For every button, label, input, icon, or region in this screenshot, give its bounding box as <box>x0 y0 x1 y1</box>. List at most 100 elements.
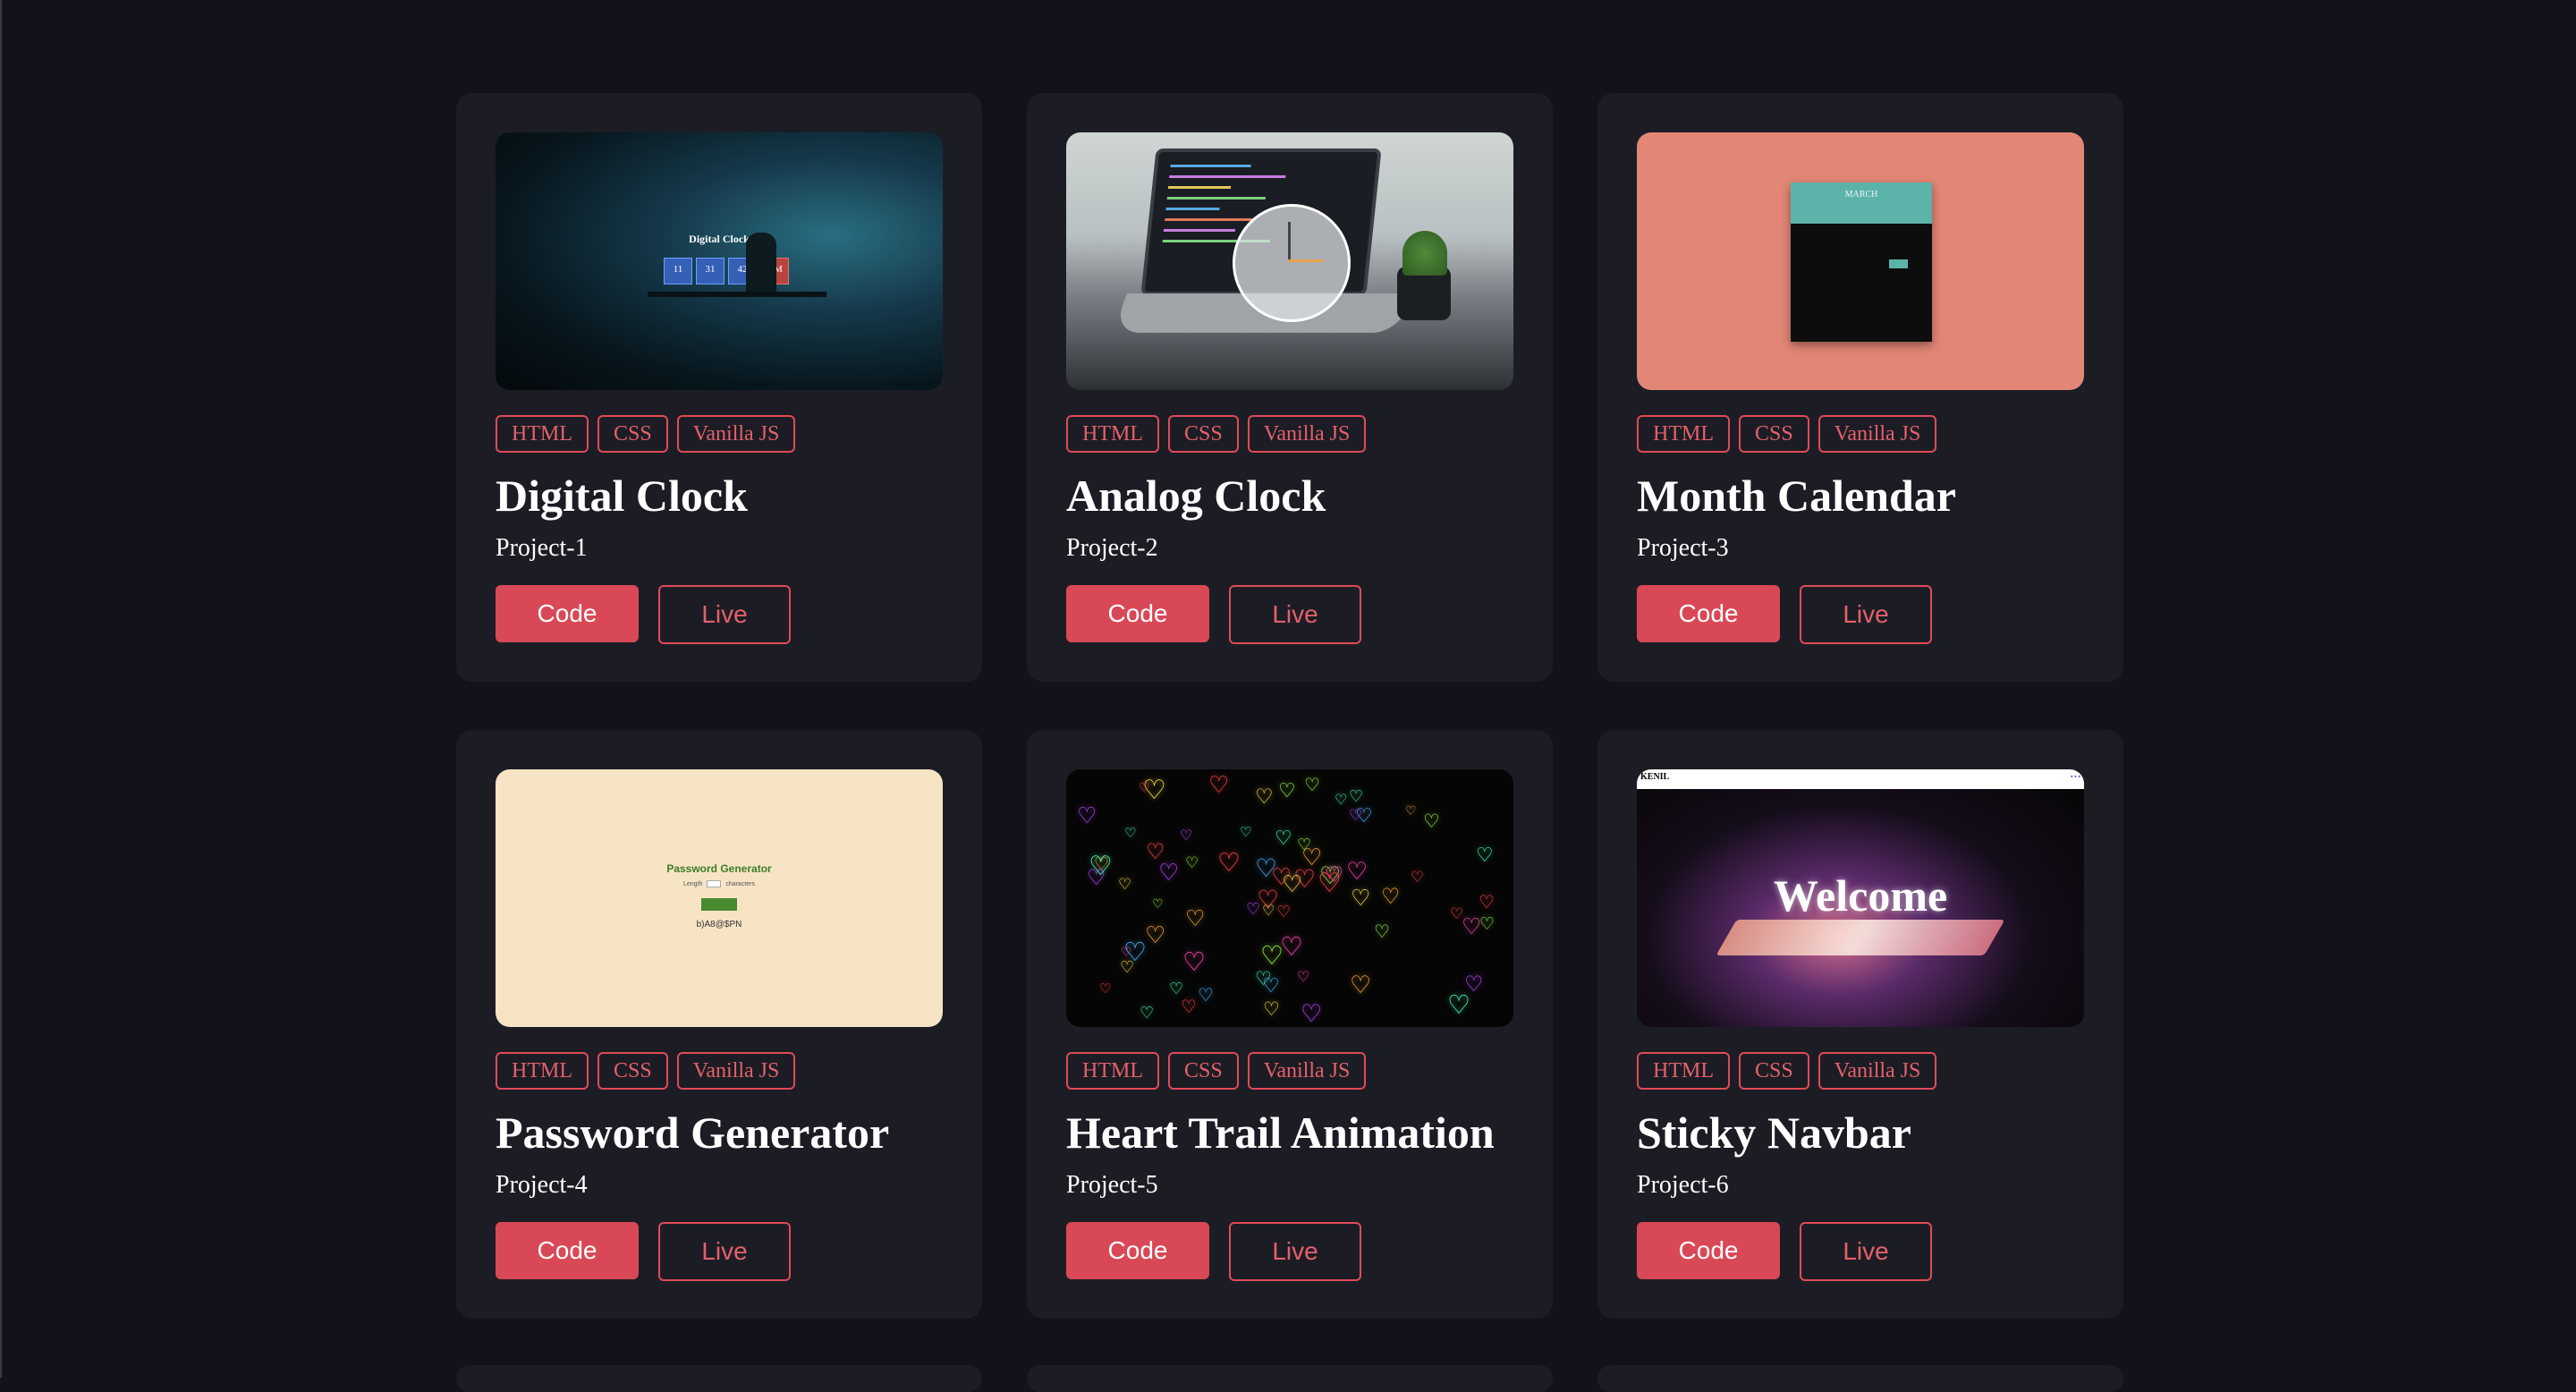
live-button[interactable]: Live <box>1229 1222 1361 1281</box>
heart-icon: ♡ <box>1278 780 1296 802</box>
project-card: Digital Clock 11 31 42 AM HTML CSS Vanil… <box>456 93 982 682</box>
heart-icon: ♡ <box>1297 836 1312 854</box>
tag-js: Vanilla JS <box>1247 415 1367 453</box>
tag-js: Vanilla JS <box>676 415 796 453</box>
desk-shape <box>648 292 826 297</box>
heart-icon: ♡ <box>1263 998 1280 1020</box>
heart-icon: ♡ <box>1181 996 1197 1017</box>
heart-icon: ♡ <box>1145 922 1166 949</box>
project-card: HTML CSS Vanilla JS Analog Clock Project… <box>1027 93 1553 682</box>
tag-css: CSS <box>1739 415 1809 453</box>
tag-js: Vanilla JS <box>676 1052 796 1090</box>
plant-leaves <box>1402 231 1447 276</box>
project-card: Password Generator Length characters b)A… <box>456 730 982 1319</box>
heart-icon: ♡ <box>1374 921 1390 942</box>
heart-icon: ♡ <box>1405 804 1417 819</box>
tag-js: Vanilla JS <box>1818 415 1937 453</box>
heart-icon: ♡ <box>1350 972 1372 999</box>
heart-icon: ♡ <box>1282 871 1303 898</box>
clock-hand <box>1288 222 1291 261</box>
project-card: ♡ ♡ ♡ ♡ ♡ ♡ ♡ ♡ ♡ ♡ ♡ ♡ ♡ ♡ ♡ ♡ ♡ ♡ ♡ ♡ ♡ ♡ ♡ ♡ ♡ ♡ ♡ ♡ ♡ ♡ ♡ ♡ ♡ ♡ ♡ ♡ ♡ ♡ ♡ ♡… <box>1027 730 1553 1319</box>
tech-tags: HTML CSS Vanilla JS <box>1637 1052 2084 1090</box>
projects-grid: Digital Clock 11 31 42 AM HTML CSS Vanil… <box>456 93 2123 1319</box>
heart-icon: ♡ <box>1479 914 1496 934</box>
code-button[interactable]: Code <box>496 1222 639 1279</box>
length-label: Length <box>682 880 703 887</box>
live-button[interactable]: Live <box>1229 585 1361 644</box>
calendar-month: MARCH <box>1791 182 1932 224</box>
navbar-brand: KENIL <box>1640 772 1670 782</box>
tech-tags: HTML CSS Vanilla JS <box>1637 415 2084 453</box>
heart-icon: ♡ <box>1208 772 1230 799</box>
project-subtitle: Project-1 <box>496 534 588 562</box>
heart-icon: ♡ <box>1447 989 1470 1020</box>
heart-icon: ♡ <box>1297 968 1310 985</box>
tag-html: HTML <box>1066 415 1159 453</box>
live-button[interactable]: Live <box>658 585 791 644</box>
clock-hand <box>1288 259 1324 262</box>
tag-css: CSS <box>1168 415 1239 453</box>
project-title: Digital Clock <box>496 471 748 521</box>
heart-icon: ♡ <box>1182 946 1206 977</box>
generated-password: b)A8@$PN <box>696 920 742 929</box>
project-subtitle: Project-4 <box>496 1171 588 1199</box>
heart-icon: ♡ <box>1152 897 1164 912</box>
heart-icon: ♡ <box>1381 884 1401 909</box>
length-row: Length characters <box>496 880 943 887</box>
heart-icon: ♡ <box>1240 824 1252 840</box>
tech-tags: HTML CSS Vanilla JS <box>1066 1052 1513 1090</box>
code-button[interactable]: Code <box>1637 1222 1780 1279</box>
project-thumbnail: Password Generator Length characters b)A… <box>496 769 943 1027</box>
heart-icon: ♡ <box>1349 807 1363 825</box>
project-card: MARCH HTML CSS Vanilla JS Month Calendar… <box>1597 93 2123 682</box>
heart-icon: ♡ <box>1185 854 1199 872</box>
heart-icon: ♡ <box>1185 905 1206 931</box>
tag-html: HTML <box>1066 1052 1159 1090</box>
project-card-partial <box>456 1365 982 1392</box>
project-subtitle: Project-5 <box>1066 1171 1158 1199</box>
tag-css: CSS <box>597 415 668 453</box>
tech-tags: HTML CSS Vanilla JS <box>496 1052 943 1090</box>
heart-icon: ♡ <box>1423 811 1440 832</box>
project-title: Heart Trail Animation <box>1066 1108 1495 1158</box>
heart-icon: ♡ <box>1351 885 1371 911</box>
generate-button-preview <box>701 898 737 911</box>
heart-icon: ♡ <box>1262 975 1280 997</box>
heart-icon: ♡ <box>1099 980 1112 997</box>
project-thumbnail: Digital Clock 11 31 42 AM <box>496 132 943 390</box>
heart-icon: ♡ <box>1255 785 1274 809</box>
live-button[interactable]: Live <box>1800 1222 1932 1281</box>
project-title: Sticky Navbar <box>1637 1108 1911 1158</box>
heart-icon: ♡ <box>1123 937 1147 967</box>
heart-icon: ♡ <box>1124 825 1137 841</box>
heart-icon: ♡ <box>1318 868 1342 899</box>
tag-js: Vanilla JS <box>1247 1052 1367 1090</box>
thumbnail-caption: Digital Clock <box>689 233 750 245</box>
code-button[interactable]: Code <box>1637 585 1780 642</box>
live-button[interactable]: Live <box>1800 585 1932 644</box>
tag-css: CSS <box>1168 1052 1239 1090</box>
heart-icon: ♡ <box>1180 827 1193 844</box>
heart-icon: ♡ <box>1411 869 1425 887</box>
heart-icon: ♡ <box>1255 853 1278 883</box>
code-button[interactable]: Code <box>1066 585 1209 642</box>
heart-icon: ♡ <box>1118 876 1132 894</box>
navbar-preview: KENIL ▪ ▪ ▪ <box>1637 769 2084 789</box>
heart-icon: ♡ <box>1146 839 1165 864</box>
code-button[interactable]: Code <box>1066 1222 1209 1279</box>
code-button[interactable]: Code <box>496 585 639 642</box>
navbar-links: ▪ ▪ ▪ <box>2071 773 2080 780</box>
tech-tags: HTML CSS Vanilla JS <box>1066 415 1513 453</box>
project-thumbnail: KENIL ▪ ▪ ▪ Welcome <box>1637 769 2084 1027</box>
heart-icon: ♡ <box>1139 781 1150 795</box>
tag-css: CSS <box>1739 1052 1809 1090</box>
person-silhouette <box>746 233 776 295</box>
heart-icon: ♡ <box>1077 802 1097 828</box>
heart-icon: ♡ <box>1349 787 1364 806</box>
project-title: Month Calendar <box>1637 471 1956 521</box>
live-button[interactable]: Live <box>658 1222 791 1281</box>
tag-js: Vanilla JS <box>1818 1052 1937 1090</box>
heart-icon: ♡ <box>1304 774 1320 795</box>
heart-icon: ♡ <box>1479 891 1495 912</box>
tag-css: CSS <box>597 1052 668 1090</box>
